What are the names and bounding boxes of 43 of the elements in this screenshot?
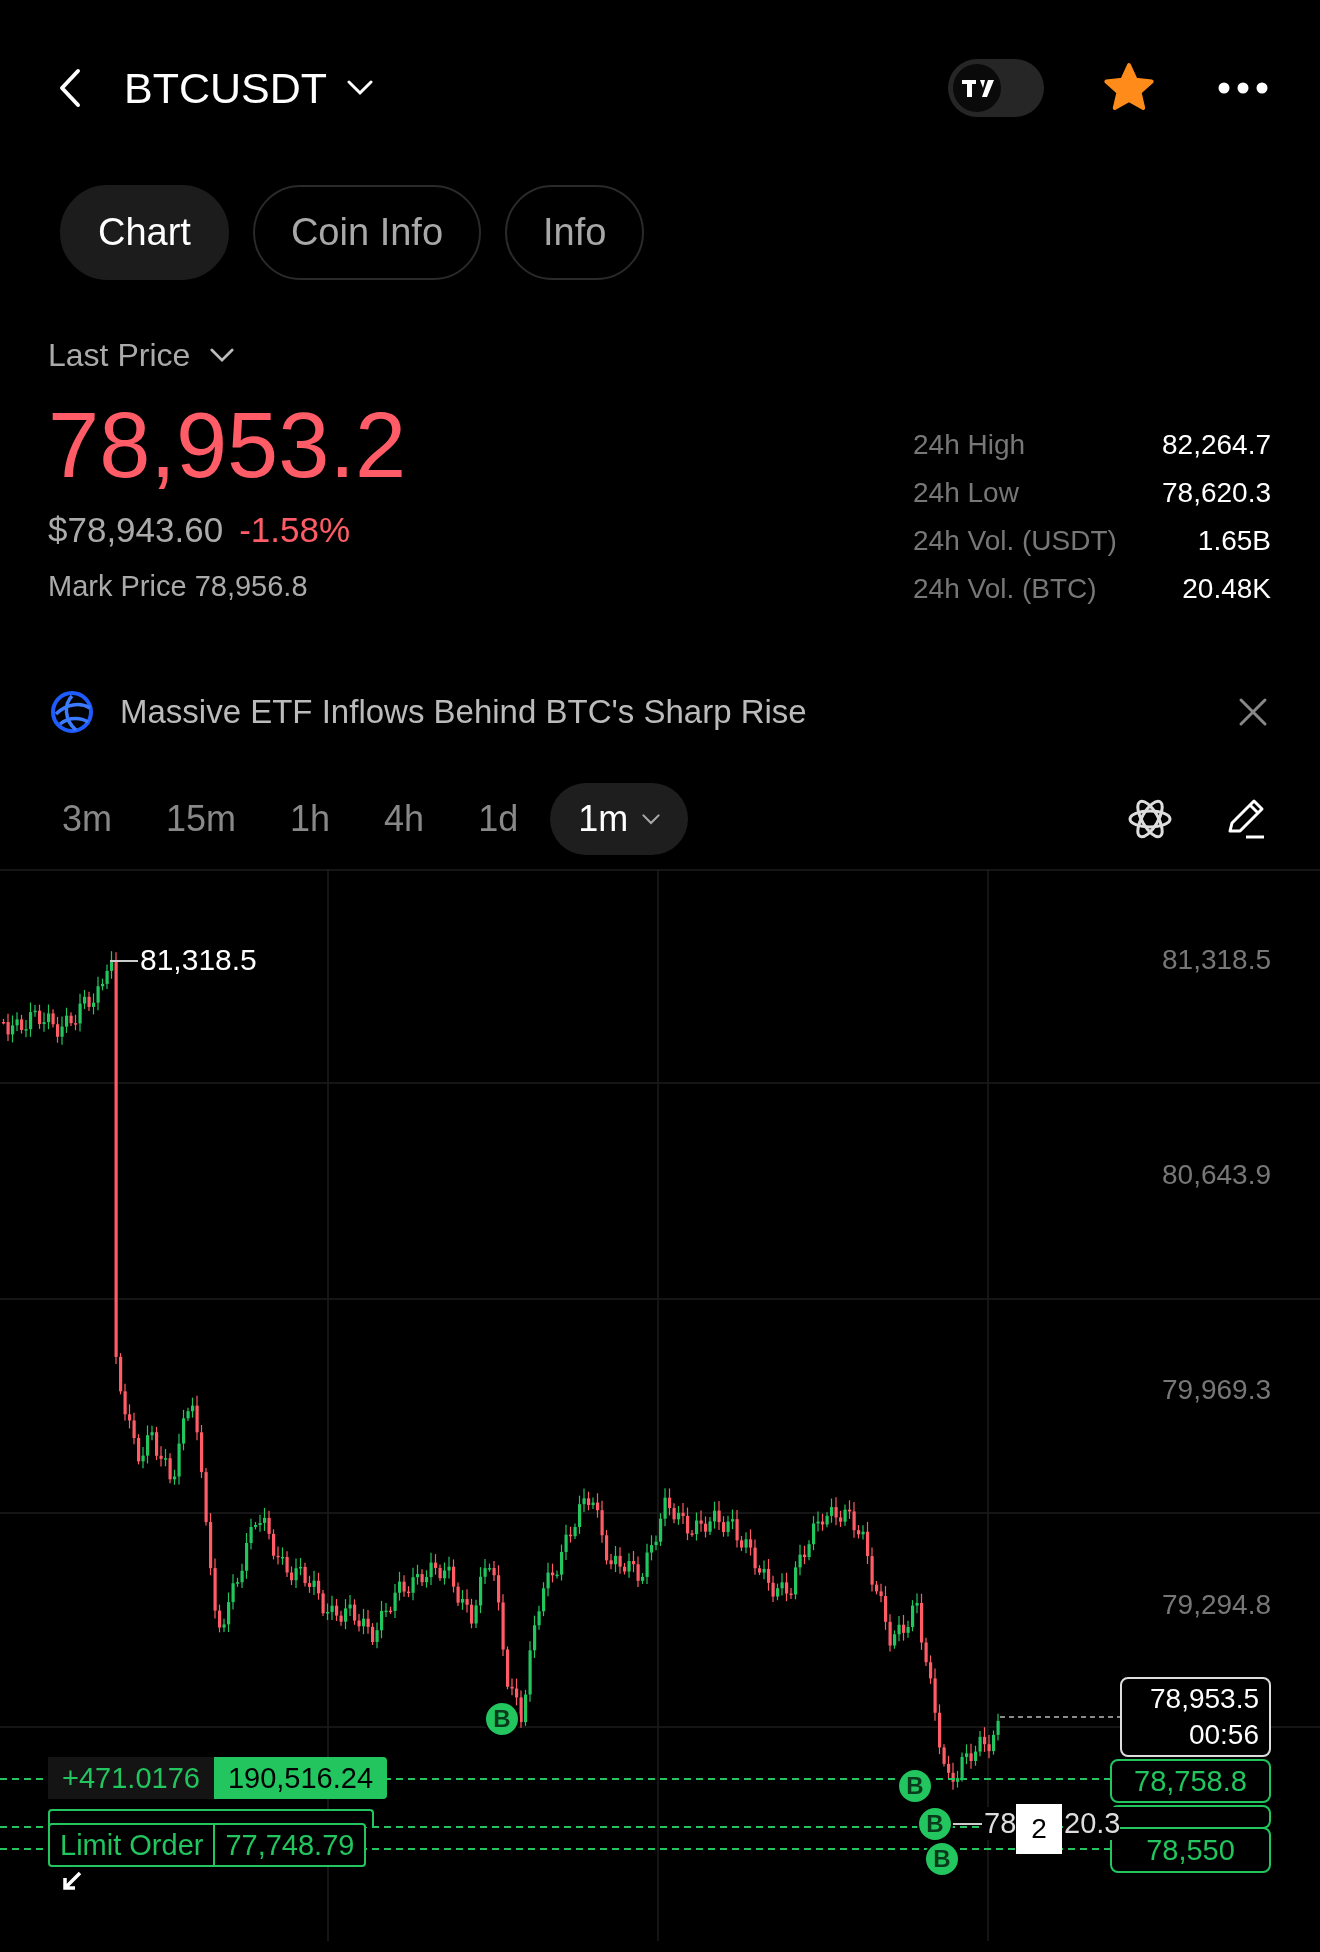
position-pnl[interactable]: +471.0176 bbox=[48, 1757, 214, 1799]
symbol-title[interactable]: BTCUSDT bbox=[124, 63, 328, 113]
stat-label: 24h Low bbox=[913, 477, 1019, 509]
timeframe-tab[interactable]: 3m bbox=[40, 783, 134, 855]
price-axis-label: 79,294.8 bbox=[1162, 1589, 1271, 1621]
limit-order-tag[interactable]: Limit Order 77,748.79 bbox=[48, 1823, 367, 1867]
last-price: 78,953.2 bbox=[48, 393, 408, 498]
buy-marker[interactable]: B bbox=[484, 1701, 520, 1737]
stat-value: 20.48K bbox=[1182, 573, 1271, 605]
high-price-label: 81,318.5 bbox=[140, 943, 257, 977]
price-type-label[interactable]: Last Price bbox=[48, 336, 191, 374]
timeframe-tab[interactable]: 1d bbox=[456, 783, 541, 855]
position-value[interactable]: 190,516.24 bbox=[213, 1757, 388, 1799]
count-badge: 2 bbox=[1016, 1804, 1062, 1854]
buy-marker[interactable]: B bbox=[897, 1768, 933, 1804]
price-axis-label: 80,643.9 bbox=[1162, 1159, 1271, 1191]
timeframe-tab[interactable]: 1m bbox=[550, 783, 689, 855]
low-price-label: 78 bbox=[984, 1807, 1017, 1840]
buy-marker[interactable]: B bbox=[917, 1806, 953, 1842]
position-price-tag: 78,758.8 bbox=[1110, 1759, 1271, 1803]
stat-value: 82,264.7 bbox=[1162, 429, 1271, 461]
usd-price: $78,943.60 bbox=[48, 510, 224, 550]
timeframe-tab[interactable]: 1h bbox=[268, 783, 353, 855]
stat-label: 24h High bbox=[913, 429, 1026, 461]
buy-marker[interactable]: B bbox=[924, 1841, 960, 1877]
stat-value: 78,620.3 bbox=[1162, 477, 1271, 509]
timeframe-tab[interactable]: 15m bbox=[144, 783, 259, 855]
price-axis-label: 81,318.5 bbox=[1162, 944, 1271, 976]
current-price: 78,953.5 bbox=[1150, 1682, 1259, 1716]
tab[interactable]: Coin Info bbox=[252, 185, 481, 280]
price-change: -1.58% bbox=[239, 510, 351, 550]
news-headline[interactable]: Massive ETF Inflows Behind BTC's Sharp Rise bbox=[120, 693, 807, 731]
tab[interactable]: Chart bbox=[60, 185, 229, 280]
timeframe-tab[interactable]: 4h bbox=[362, 783, 447, 855]
candle-countdown: 00:56 bbox=[1188, 1718, 1259, 1752]
order-type: Limit Order bbox=[50, 1825, 216, 1865]
tab[interactable]: Info bbox=[505, 185, 645, 280]
order-amount: 77,748.79 bbox=[224, 1827, 356, 1863]
price-axis-label: 79,969.3 bbox=[1162, 1374, 1271, 1406]
mark-price: Mark Price 78,956.8 bbox=[48, 569, 309, 604]
stat-label: 24h Vol. (USDT) bbox=[913, 525, 1117, 557]
stat-value: 1.65B bbox=[1197, 525, 1271, 557]
stat-label: 24h Vol. (BTC) bbox=[913, 573, 1097, 605]
